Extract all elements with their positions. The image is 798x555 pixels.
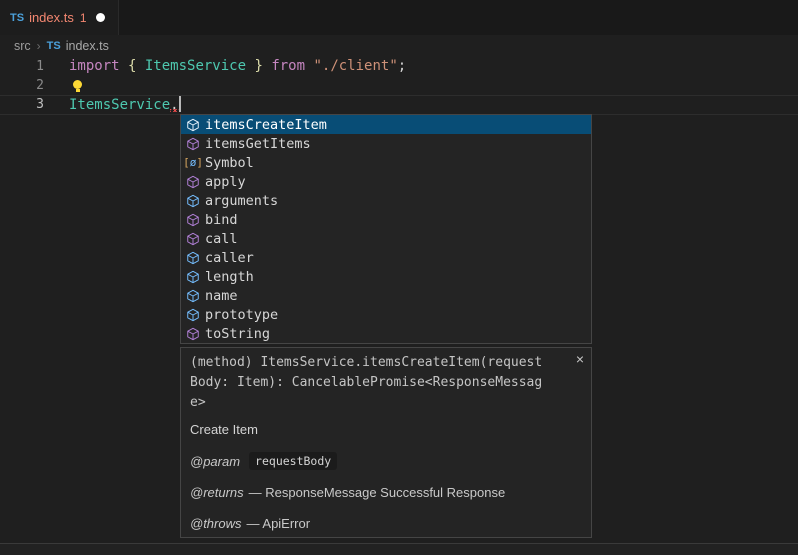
suggest-item-caller[interactable]: caller xyxy=(181,248,591,267)
code-text xyxy=(73,76,82,95)
symbol-method-icon xyxy=(184,231,202,247)
doc-tag-param: @param requestBody xyxy=(190,452,337,470)
suggest-item-label: bind xyxy=(205,212,238,228)
code-text: import { ItemsService } from "./client"; xyxy=(69,57,406,76)
chevron-right-icon: › xyxy=(37,39,41,53)
unsaved-changes-dot-icon[interactable] xyxy=(96,13,105,22)
code-text: ItemsService. xyxy=(69,96,181,114)
suggest-item-label: caller xyxy=(205,250,254,266)
code-token: } xyxy=(246,58,263,74)
suggest-item-itemsGetItems[interactable]: itemsGetItems xyxy=(181,134,591,153)
jsdoc-tag: @returns xyxy=(190,485,244,500)
suggest-item-label: prototype xyxy=(205,307,278,323)
code-token: ItemsService xyxy=(69,97,170,113)
suggest-item-bind[interactable]: bind xyxy=(181,210,591,229)
tag-description: — ResponseMessage Successful Response xyxy=(249,485,506,500)
doc-tag-returns: @returns — ResponseMessage Successful Res… xyxy=(190,485,505,500)
line-number: 2 xyxy=(0,76,44,95)
tag-description: — ApiError xyxy=(247,516,311,531)
suggest-item-itemsCreateItem[interactable]: itemsCreateItem xyxy=(181,115,591,134)
symbol-field-icon xyxy=(184,193,202,209)
doc-summary: Create Item xyxy=(190,422,258,437)
close-icon[interactable]: × xyxy=(576,352,584,366)
code-line-3-current[interactable]: 3 ItemsService. xyxy=(0,95,798,115)
suggest-item-label: name xyxy=(205,288,238,304)
lightbulb-icon[interactable] xyxy=(73,80,82,89)
suggest-item-label: toString xyxy=(205,326,270,342)
signature-line: e> xyxy=(190,393,570,413)
bottom-band xyxy=(0,544,798,555)
param-name-chip: requestBody xyxy=(249,452,337,470)
code-token: { xyxy=(128,58,145,74)
suggest-item-call[interactable]: call xyxy=(181,229,591,248)
code-token: ; xyxy=(398,58,406,74)
code-token: from xyxy=(263,58,314,74)
code-token-error: . xyxy=(170,97,178,113)
typescript-file-icon: TS xyxy=(47,40,61,52)
suggest-item-arguments[interactable]: arguments xyxy=(181,191,591,210)
suggest-item-apply[interactable]: apply xyxy=(181,172,591,191)
typescript-file-icon: TS xyxy=(10,12,24,24)
line-number: 3 xyxy=(0,96,44,114)
code-token: "./client" xyxy=(313,58,397,74)
tab-error-count-badge: 1 xyxy=(80,11,87,25)
symbol-method-icon xyxy=(184,326,202,342)
code-line-2[interactable]: 2 xyxy=(0,76,798,95)
symbol-misc-icon: [ø] xyxy=(184,155,202,171)
symbol-method-icon xyxy=(184,117,202,133)
suggest-item-label: itemsCreateItem xyxy=(205,117,327,133)
text-cursor xyxy=(179,96,181,112)
suggest-item-Symbol[interactable]: [ø]Symbol xyxy=(181,153,591,172)
code-token: ItemsService xyxy=(145,58,246,74)
doc-tag-throws: @throws — ApiError xyxy=(190,516,310,531)
suggest-item-length[interactable]: length xyxy=(181,267,591,286)
tab-title: index.ts xyxy=(29,10,74,25)
suggest-details-panel: (method) ItemsService.itemsCreateItem(re… xyxy=(180,347,592,538)
breadcrumb: src › TS index.ts xyxy=(0,35,798,57)
tab-index-ts[interactable]: TS index.ts 1 xyxy=(0,0,119,35)
signature-line: (method) ItemsService.itemsCreateItem(re… xyxy=(190,353,570,373)
breadcrumb-folder[interactable]: src xyxy=(14,39,31,53)
symbol-field-icon xyxy=(184,307,202,323)
suggest-item-label: apply xyxy=(205,174,246,190)
code-line-1[interactable]: 1 import { ItemsService } from "./client… xyxy=(0,57,798,76)
suggest-item-label: call xyxy=(205,231,238,247)
method-signature: (method) ItemsService.itemsCreateItem(re… xyxy=(190,353,570,413)
suggest-item-label: itemsGetItems xyxy=(205,136,311,152)
suggest-item-toString[interactable]: toString xyxy=(181,324,591,343)
tab-bar: TS index.ts 1 xyxy=(0,0,798,35)
breadcrumb-file[interactable]: index.ts xyxy=(66,39,109,53)
code-token: import xyxy=(69,58,128,74)
suggest-item-label: length xyxy=(205,269,254,285)
jsdoc-tag: @throws xyxy=(190,516,242,531)
suggest-item-label: arguments xyxy=(205,193,278,209)
line-number: 1 xyxy=(0,57,44,76)
suggest-item-label: Symbol xyxy=(205,155,254,171)
suggest-item-name[interactable]: name xyxy=(181,286,591,305)
signature-line: Body: Item): CancelablePromise<ResponseM… xyxy=(190,373,570,393)
symbol-method-icon xyxy=(184,136,202,152)
symbol-field-icon xyxy=(184,250,202,266)
symbol-method-icon xyxy=(184,174,202,190)
symbol-field-icon xyxy=(184,269,202,285)
autocomplete-suggest-widget: itemsCreateItem itemsGetItems[ø]Symbol app… xyxy=(180,114,592,344)
symbol-method-icon xyxy=(184,212,202,228)
jsdoc-tag: @param xyxy=(190,454,240,469)
symbol-field-icon xyxy=(184,288,202,304)
suggest-item-prototype[interactable]: prototype xyxy=(181,305,591,324)
